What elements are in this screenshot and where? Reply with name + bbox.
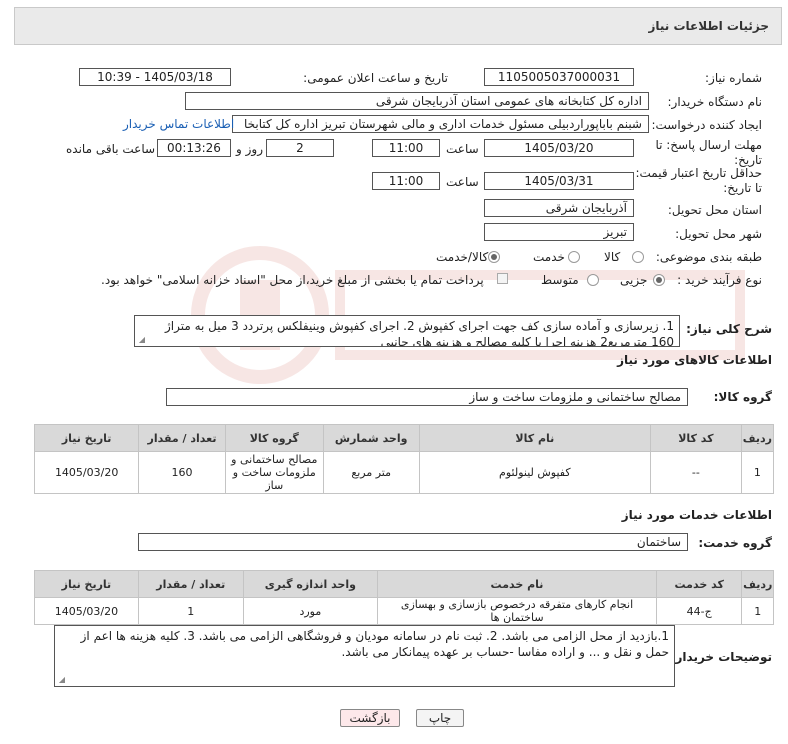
services-group-field: ساختمان bbox=[138, 533, 688, 551]
buyer-notes-label: توضیحات خریدار: bbox=[670, 650, 772, 664]
category-radio-goods-service[interactable] bbox=[488, 251, 500, 263]
need-number-field: 1105005037000031 bbox=[484, 68, 634, 86]
category-radio-goods[interactable] bbox=[632, 251, 644, 263]
buyer-contact-link[interactable]: اطلاعات تماس خریدار bbox=[123, 117, 234, 131]
services-table: ردیف کد خدمت نام خدمت واحد اندازه گیری ت… bbox=[34, 570, 774, 625]
goods-cell-code: -- bbox=[650, 451, 742, 494]
days-field: 2 bbox=[266, 139, 334, 157]
services-table-header: ردیف کد خدمت نام خدمت واحد اندازه گیری ت… bbox=[34, 570, 774, 598]
services-group-label: گروه خدمت: bbox=[698, 536, 772, 550]
goods-table-header: ردیف کد کالا نام کالا واحد شمارش گروه کا… bbox=[33, 424, 775, 452]
treasury-payment-checkbox[interactable] bbox=[497, 273, 508, 284]
province-field: آذربایجان شرقی bbox=[484, 199, 634, 217]
deadline-time-label: ساعت bbox=[446, 142, 479, 156]
buyer-org-label: نام دستگاه خریدار: bbox=[667, 95, 763, 109]
goods-col-name: نام کالا bbox=[418, 424, 652, 452]
deadline-label: مهلت ارسال پاسخ: تا bbox=[655, 138, 762, 152]
table-row: 1 ج-44 انجام کارهای متفرقه درخصوص بازساز… bbox=[34, 597, 774, 625]
goods-col-unit: واحد شمارش bbox=[322, 424, 420, 452]
category-option-goods-service: کالا/خدمت bbox=[436, 250, 489, 264]
goods-col-code: کد کالا bbox=[650, 424, 742, 452]
announce-label: تاریخ و ساعت اعلان عمومی: bbox=[303, 71, 448, 85]
city-field: تبریز bbox=[484, 223, 634, 241]
services-cell-row: 1 bbox=[741, 597, 774, 625]
resize-grip-icon[interactable]: ◢ bbox=[57, 676, 65, 684]
description-label: شرح کلی نیاز: bbox=[686, 322, 772, 336]
services-section-title: اطلاعات خدمات مورد نیاز bbox=[621, 508, 772, 522]
goods-cell-name: کفپوش لینولئوم bbox=[418, 451, 652, 494]
services-col-unit: واحد اندازه گیری bbox=[242, 570, 379, 598]
category-option-service: خدمت bbox=[533, 250, 565, 264]
creator-label: ایجاد کننده درخواست: bbox=[651, 118, 762, 132]
goods-group-label: گروه کالا: bbox=[713, 390, 772, 404]
validity-time-label: ساعت bbox=[446, 175, 479, 189]
services-col-qty: تعداد / مقدار bbox=[137, 570, 244, 598]
process-option-medium: متوسط bbox=[541, 273, 579, 287]
goods-col-qty: تعداد / مقدار bbox=[138, 424, 226, 452]
page-title: جزئیات اطلاعات نیاز bbox=[648, 19, 769, 33]
goods-table: ردیف کد کالا نام کالا واحد شمارش گروه کا… bbox=[33, 424, 775, 494]
buyer-notes-textarea: 1.بازدید از محل الزامی می باشد. 2. ثبت ن… bbox=[54, 625, 675, 687]
services-cell-code: ج-44 bbox=[655, 597, 743, 625]
city-label: شهر محل تحویل: bbox=[675, 227, 762, 241]
table-row: 1 -- کفپوش لینولئوم متر مربع مصالح ساختم… bbox=[33, 451, 775, 494]
validity-label: حداقل تاریخ اعتبار قیمت: bbox=[635, 166, 762, 180]
services-col-row: ردیف bbox=[741, 570, 774, 598]
buyer-notes-text: 1.بازدید از محل الزامی می باشد. 2. ثبت ن… bbox=[80, 629, 669, 659]
process-label: نوع فرآیند خرید : bbox=[677, 273, 762, 287]
goods-cell-group: مصالح ساختمانی و ملزومات ساخت و ساز bbox=[224, 451, 324, 494]
buyer-org-field: اداره کل کتابخانه های عمومی استان آذربای… bbox=[185, 92, 649, 110]
services-cell-unit: مورد bbox=[242, 597, 379, 625]
announce-field: 1405/03/18 - 10:39 bbox=[79, 68, 231, 86]
goods-col-row: ردیف bbox=[740, 424, 775, 452]
category-option-goods: کالا bbox=[604, 250, 621, 264]
description-textarea: 1. زیرسازی و آماده سازی کف جهت اجرای کفپ… bbox=[134, 315, 680, 347]
process-option-minor: جزیی bbox=[620, 273, 648, 287]
category-radio-service[interactable] bbox=[568, 251, 580, 263]
validity-date-field: 1405/03/31 bbox=[484, 172, 634, 190]
province-label: استان محل تحویل: bbox=[667, 203, 762, 217]
category-label: طبقه بندی موضوعی: bbox=[655, 250, 762, 264]
goods-cell-date: 1405/03/20 bbox=[33, 451, 140, 494]
services-cell-date: 1405/03/20 bbox=[34, 597, 139, 625]
services-cell-qty: 1 bbox=[137, 597, 244, 625]
goods-cell-qty: 160 bbox=[138, 451, 226, 494]
goods-group-field: مصالح ساختمانی و ملزومات ساخت و ساز bbox=[166, 388, 688, 406]
remaining-label: ساعت باقی مانده bbox=[66, 142, 156, 156]
validity-time-field: 11:00 bbox=[372, 172, 440, 190]
description-text: 1. زیرسازی و آماده سازی کف جهت اجرای کفپ… bbox=[164, 319, 674, 347]
goods-col-date: تاریخ نیاز bbox=[33, 424, 140, 452]
deadline-date-field: 1405/03/20 bbox=[484, 139, 634, 157]
goods-cell-row: 1 bbox=[740, 451, 775, 494]
validity-label-2: تا تاریخ: bbox=[723, 181, 762, 195]
deadline-time-field: 11:00 bbox=[372, 139, 440, 157]
resize-grip-icon[interactable]: ◢ bbox=[137, 336, 145, 344]
goods-cell-unit: متر مربع bbox=[322, 451, 420, 494]
print-button[interactable]: چاپ bbox=[416, 709, 464, 727]
process-radio-minor[interactable] bbox=[653, 274, 665, 286]
header-bar: جزئیات اطلاعات نیاز bbox=[14, 7, 782, 45]
services-col-name: نام خدمت bbox=[377, 570, 657, 598]
back-button[interactable]: بازگشت bbox=[340, 709, 400, 727]
days-label: روز و bbox=[236, 142, 263, 156]
services-cell-name: انجام کارهای متفرقه درخصوص بازسازی و بهس… bbox=[377, 597, 657, 625]
goods-col-group: گروه کالا bbox=[224, 424, 324, 452]
need-number-label: شماره نیاز: bbox=[705, 71, 762, 85]
remaining-time-field: 00:13:26 bbox=[157, 139, 231, 157]
treasury-payment-note: پرداخت تمام یا بخشی از مبلغ خرید،از محل … bbox=[101, 273, 484, 287]
services-col-date: تاریخ نیاز bbox=[34, 570, 139, 598]
goods-section-title: اطلاعات کالاهای مورد نیاز bbox=[617, 353, 772, 367]
process-radio-medium[interactable] bbox=[587, 274, 599, 286]
services-col-code: کد خدمت bbox=[655, 570, 743, 598]
deadline-label-2: تاریخ: bbox=[734, 153, 762, 167]
creator-field: شبنم باباپوراردبیلی مسئول خدمات اداری و … bbox=[232, 115, 649, 133]
